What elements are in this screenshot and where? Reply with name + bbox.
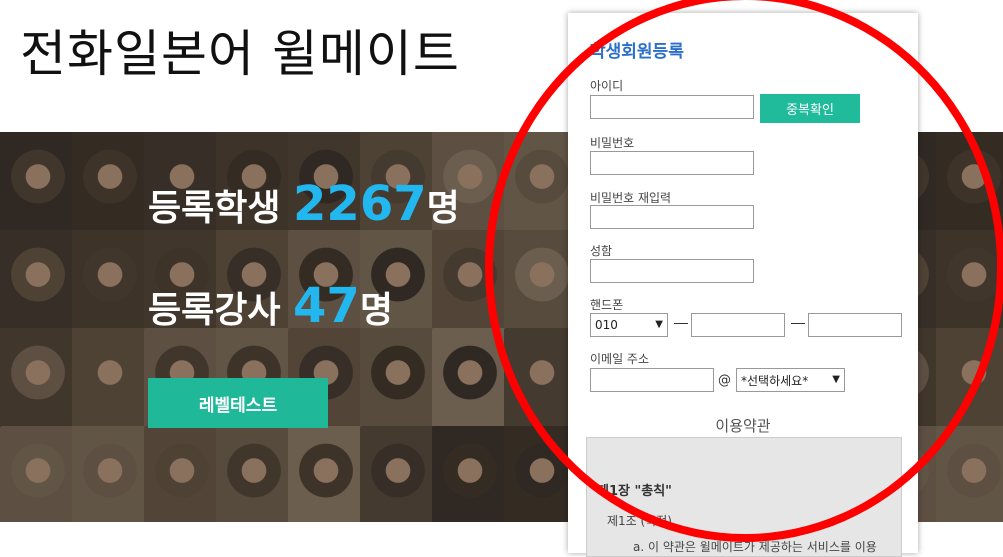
email-domain-select[interactable]: *선택하세요* ▼ [736,368,845,392]
email-at-sign: @ [718,373,731,388]
level-test-button[interactable]: 레벨테스트 [148,378,328,428]
email-domain-value: *선택하세요* [741,373,809,388]
registered-students-stat: 등록학생 2267명 [148,176,460,232]
phone-label: 핸드폰 [590,298,624,312]
dropdown-arrow-icon: ▼ [655,319,663,330]
phone-prefix-value: 010 [595,318,618,332]
signup-panel: 학생회원등록 아이디 중복확인 비밀번호 비밀번호 재입력 성함 핸드폰 010… [568,13,918,557]
password-confirm-label: 비밀번호 재입력 [590,191,672,205]
email-local-input[interactable] [590,368,714,392]
terms-scroll-box[interactable]: 제1장 "총칙" 제1조 (목적) a. 이 약관은 윌메이트가 제공하는 서비… [586,437,902,557]
registered-teachers-stat: 등록강사 47명 [148,278,393,334]
password-confirm-input[interactable] [590,205,754,229]
dropdown-arrow-icon: ▼ [832,374,840,385]
students-label: 등록학생 [148,188,294,229]
site-title: 전화일본어 윌메이트 [20,25,460,83]
students-unit: 명 [426,188,460,229]
phone-separator [791,323,805,324]
teachers-count: 47 [293,278,360,334]
students-count: 2267 [293,176,427,232]
terms-title: 이용약관 [715,417,771,435]
password-label: 비밀번호 [590,136,635,150]
signup-title: 학생회원등록 [590,42,684,62]
id-input[interactable] [590,95,754,119]
phone-separator [674,323,688,324]
name-label: 성함 [590,244,613,258]
teachers-unit: 명 [359,290,393,331]
phone-prefix-select[interactable]: 010 ▼ [590,313,668,337]
id-label: 아이디 [590,79,624,93]
terms-article: 제1조 (목적) [607,514,672,528]
duplicate-check-button[interactable]: 중복확인 [760,94,860,123]
phone-last-input[interactable] [808,313,902,337]
teachers-label: 등록강사 [148,290,294,331]
name-input[interactable] [590,259,754,283]
terms-chapter: 제1장 "총칙" [597,484,672,499]
email-label: 이메일 주소 [590,352,650,366]
password-input[interactable] [590,151,754,175]
phone-middle-input[interactable] [691,313,785,337]
